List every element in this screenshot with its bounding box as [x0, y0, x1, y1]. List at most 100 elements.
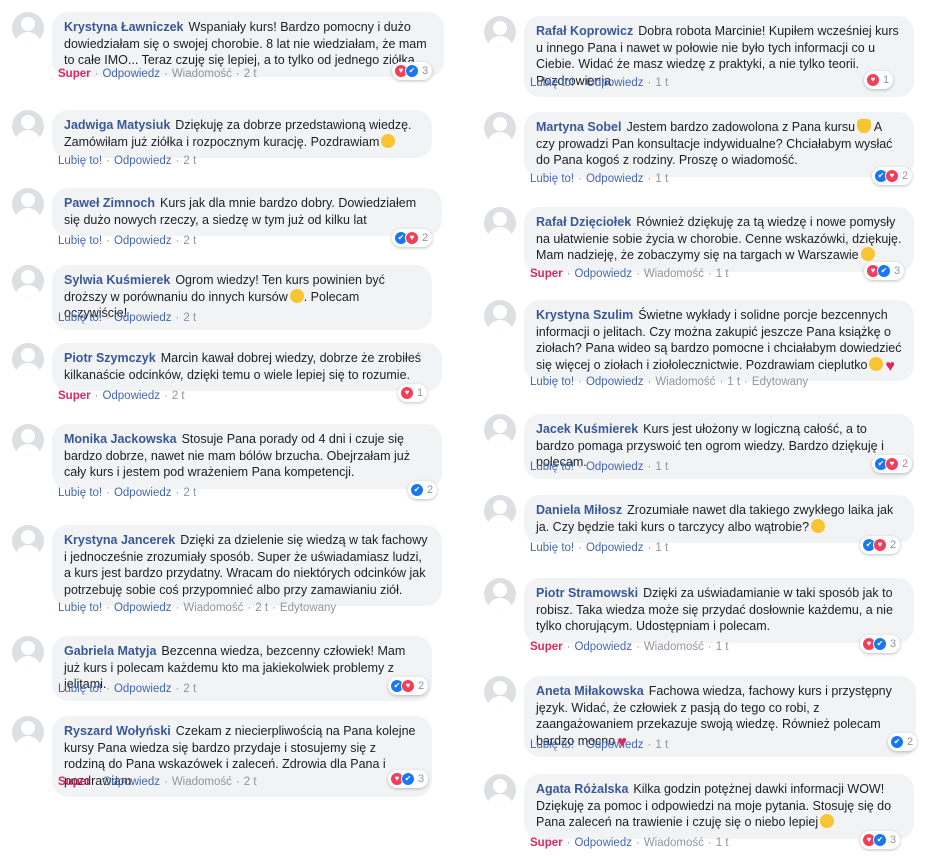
reaction-summary[interactable]: ♥ ✔ 3: [860, 635, 901, 653]
comment-timestamp[interactable]: 1 t: [655, 173, 668, 185]
like-button[interactable]: Lubię to!: [530, 542, 574, 554]
comment-author-link[interactable]: Krystyna Szulim: [536, 308, 633, 322]
like-button[interactable]: Lubię to!: [530, 739, 574, 751]
comment-timestamp[interactable]: 2 t: [183, 487, 196, 499]
comment-author-link[interactable]: Ryszard Wołyński: [64, 724, 171, 738]
avatar[interactable]: [12, 110, 44, 142]
comment-author-link[interactable]: Paweł Zimnoch: [64, 196, 155, 210]
comment-timestamp[interactable]: 2 t: [183, 683, 196, 695]
reaction-summary[interactable]: ✔ 2: [408, 481, 438, 499]
super-reaction-button[interactable]: Super: [58, 68, 91, 80]
avatar[interactable]: [484, 16, 516, 48]
reply-button[interactable]: Odpowiedz: [586, 739, 644, 751]
message-button[interactable]: Wiadomość: [183, 602, 243, 614]
avatar[interactable]: [12, 188, 44, 220]
reaction-summary[interactable]: ♥ 1: [864, 71, 894, 89]
reply-button[interactable]: Odpowiedz: [102, 390, 160, 402]
comment-author-link[interactable]: Rafał Koprowicz: [536, 24, 633, 38]
message-button[interactable]: Wiadomość: [655, 376, 715, 388]
reply-button[interactable]: Odpowiedz: [102, 68, 160, 80]
super-reaction-button[interactable]: Super: [530, 268, 563, 280]
avatar[interactable]: [484, 495, 516, 527]
comment-author-link[interactable]: Rafał Dzięciołek: [536, 215, 631, 229]
avatar[interactable]: [484, 676, 516, 708]
comment-timestamp[interactable]: 1 t: [727, 376, 740, 388]
reaction-summary[interactable]: ♥ ✔ 3: [388, 770, 429, 788]
comment-author-link[interactable]: Piotr Stramowski: [536, 586, 638, 600]
comment-timestamp[interactable]: 2 t: [244, 776, 257, 788]
reaction-summary[interactable]: ✔ 2: [888, 733, 918, 751]
reply-button[interactable]: Odpowiedz: [114, 312, 172, 324]
comment-author-link[interactable]: Daniela Miłosz: [536, 503, 622, 517]
avatar[interactable]: [484, 774, 516, 806]
comment-timestamp[interactable]: 2 t: [172, 390, 185, 402]
comment-timestamp[interactable]: 1 t: [716, 641, 729, 653]
comment-timestamp[interactable]: 1 t: [655, 461, 668, 473]
reply-button[interactable]: Odpowiedz: [114, 602, 172, 614]
reaction-summary[interactable]: ✔ ♥ 2: [860, 536, 901, 554]
comment-author-link[interactable]: Jadwiga Matysiuk: [64, 118, 170, 132]
comment-author-link[interactable]: Gabriela Matyja: [64, 644, 156, 658]
like-button[interactable]: Lubię to!: [530, 376, 574, 388]
reaction-summary[interactable]: ♥ ✔ 3: [864, 262, 905, 280]
comment-author-link[interactable]: Agata Różalska: [536, 782, 628, 796]
reaction-summary[interactable]: ✔ ♥ 2: [392, 229, 433, 247]
comment-timestamp[interactable]: 1 t: [655, 77, 668, 89]
reaction-summary[interactable]: ✔ ♥ 2: [388, 677, 429, 695]
message-button[interactable]: Wiadomość: [172, 68, 232, 80]
comment-author-link[interactable]: Sylwia Kuśmierek: [64, 273, 170, 287]
comment-author-link[interactable]: Monika Jackowska: [64, 432, 177, 446]
comment-author-link[interactable]: Aneta Miłakowska: [536, 684, 644, 698]
reply-button[interactable]: Odpowiedz: [586, 542, 644, 554]
super-reaction-button[interactable]: Super: [58, 390, 91, 402]
reply-button[interactable]: Odpowiedz: [574, 837, 632, 849]
reply-button[interactable]: Odpowiedz: [102, 776, 160, 788]
avatar[interactable]: [484, 207, 516, 239]
reaction-summary[interactable]: ✔ ♥ 2: [872, 167, 913, 185]
comment-timestamp[interactable]: 2 t: [183, 155, 196, 167]
avatar[interactable]: [12, 636, 44, 668]
comment-author-link[interactable]: Jacek Kuśmierek: [536, 422, 638, 436]
like-button[interactable]: Lubię to!: [58, 155, 102, 167]
super-reaction-button[interactable]: Super: [530, 641, 563, 653]
super-reaction-button[interactable]: Super: [58, 776, 91, 788]
avatar[interactable]: [484, 578, 516, 610]
reply-button[interactable]: Odpowiedz: [114, 235, 172, 247]
avatar[interactable]: [12, 343, 44, 375]
avatar[interactable]: [12, 424, 44, 456]
reply-button[interactable]: Odpowiedz: [586, 376, 644, 388]
reaction-summary[interactable]: ✔ ♥ 2: [872, 455, 913, 473]
avatar[interactable]: [484, 300, 516, 332]
avatar[interactable]: [484, 414, 516, 446]
avatar[interactable]: [12, 525, 44, 557]
like-button[interactable]: Lubię to!: [530, 173, 574, 185]
comment-timestamp[interactable]: 2 t: [183, 312, 196, 324]
comment-timestamp[interactable]: 1 t: [716, 837, 729, 849]
message-button[interactable]: Wiadomość: [644, 641, 704, 653]
reply-button[interactable]: Odpowiedz: [586, 77, 644, 89]
avatar[interactable]: [12, 716, 44, 748]
reply-button[interactable]: Odpowiedz: [586, 173, 644, 185]
comment-timestamp[interactable]: 1 t: [655, 542, 668, 554]
avatar[interactable]: [12, 265, 44, 297]
like-button[interactable]: Lubię to!: [58, 235, 102, 247]
like-button[interactable]: Lubię to!: [58, 487, 102, 499]
comment-author-link[interactable]: Krystyna Ławniczek: [64, 20, 184, 34]
reaction-summary[interactable]: ♥ ✔ 3: [392, 62, 433, 80]
comment-timestamp[interactable]: 1 t: [716, 268, 729, 280]
like-button[interactable]: Lubię to!: [530, 77, 574, 89]
avatar[interactable]: [484, 112, 516, 144]
reaction-summary[interactable]: ♥ 1: [398, 384, 428, 402]
like-button[interactable]: Lubię to!: [58, 312, 102, 324]
comment-author-link[interactable]: Martyna Sobel: [536, 120, 621, 134]
message-button[interactable]: Wiadomość: [644, 837, 704, 849]
super-reaction-button[interactable]: Super: [530, 837, 563, 849]
comment-timestamp[interactable]: 2 t: [183, 235, 196, 247]
message-button[interactable]: Wiadomość: [644, 268, 704, 280]
avatar[interactable]: [12, 12, 44, 44]
reply-button[interactable]: Odpowiedz: [574, 641, 632, 653]
reply-button[interactable]: Odpowiedz: [114, 487, 172, 499]
like-button[interactable]: Lubię to!: [58, 602, 102, 614]
message-button[interactable]: Wiadomość: [172, 776, 232, 788]
comment-timestamp[interactable]: 2 t: [255, 602, 268, 614]
